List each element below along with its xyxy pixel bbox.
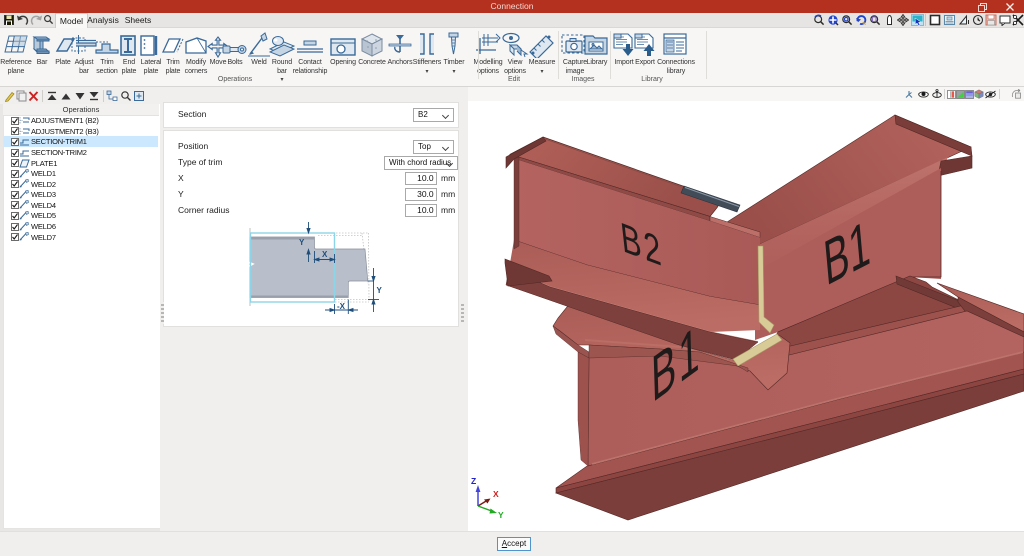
svg-text:Z: Z [471, 476, 476, 486]
svg-text:-X: -X [337, 302, 346, 311]
svg-text:Y: Y [299, 238, 305, 247]
svg-text:Y: Y [498, 510, 504, 520]
svg-text:X: X [493, 489, 499, 499]
svg-text:X: X [322, 250, 328, 259]
svg-text:Y: Y [377, 286, 383, 295]
